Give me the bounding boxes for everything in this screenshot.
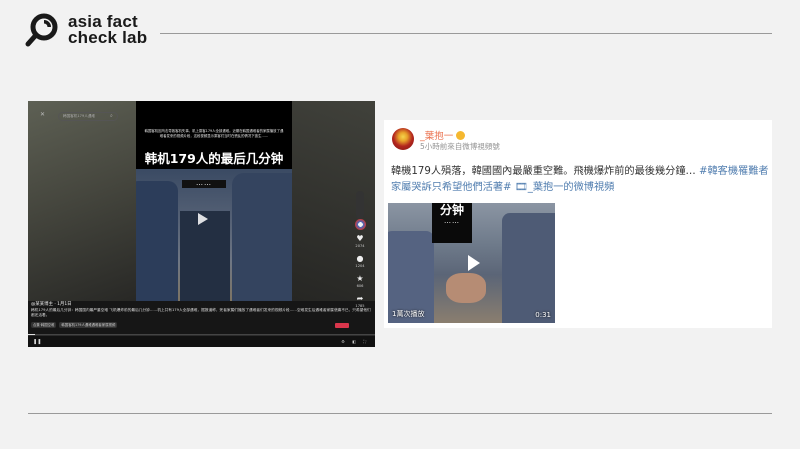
author-name[interactable]: @某某博主	[31, 302, 53, 307]
player-controls: ❚❚ ⚙ ◧ ⛶	[28, 335, 375, 347]
weibo-post-text: 韓機179人殞落，韓國國內最嚴重空難。飛機爆炸前的最後幾分鐘… #韓客機罹難者家…	[391, 164, 769, 196]
brand-name: asia fact check lab	[68, 13, 148, 47]
video-info: @某某博主 · 1月1日 韩机179人的最后几分钟：韩国国内最严重空难 飞机爆炸…	[31, 302, 371, 328]
topic-tag[interactable]: 韩国客机179人遇难遇难者家属视频	[59, 321, 118, 328]
video-dots: ……	[444, 217, 460, 225]
magnifier-logo-icon	[25, 13, 58, 47]
weibo-video-thumbnail[interactable]: 分钟 …… 1萬次播放 0:31	[388, 203, 555, 323]
header-divider	[160, 33, 772, 34]
view-count: 1萬次播放	[392, 310, 425, 318]
pause-icon[interactable]: ❚❚	[33, 339, 41, 345]
heart-icon: ♥	[356, 234, 364, 243]
video-title-overlay: 韩机179人的最后几分钟	[144, 151, 284, 166]
collection-tag[interactable]: 合集·韩国空难	[31, 321, 57, 328]
search-input[interactable]: 韩国客机179人遇难	[58, 112, 118, 121]
favorite-count: 606	[356, 284, 364, 288]
seat-left	[136, 181, 178, 301]
author-line[interactable]: @某某博主 · 1月1日	[31, 302, 371, 307]
play-icon[interactable]	[198, 213, 208, 225]
brand-logo: asia fact check lab	[24, 12, 147, 48]
video-overlay-text: 韩国客机因鸟击导致客机失事，机上乘客179人全部遇难。近期在韩国遇难者的家属播放…	[144, 129, 284, 138]
seat-right	[232, 173, 292, 301]
like-count: 2074	[355, 244, 365, 248]
author-date: · 1月1日	[54, 302, 72, 307]
video-title-fragment: 分钟 ……	[432, 203, 472, 243]
weibo-user-name[interactable]: _葉抱一	[420, 128, 466, 142]
video-duration: 0:31	[535, 311, 551, 319]
comment-action[interactable]: ● 1204	[350, 254, 370, 269]
play-icon[interactable]	[468, 255, 480, 271]
passenger-figure	[446, 273, 486, 303]
footer-divider	[28, 413, 772, 414]
brand-line2: check lab	[68, 28, 148, 47]
star-icon: ★	[356, 274, 364, 283]
player-settings-icons[interactable]: ⚙ ◧ ⛶	[341, 339, 369, 344]
like-action[interactable]: ♥ 2074	[350, 234, 370, 249]
comment-icon: ●	[356, 254, 364, 263]
follow-button[interactable]	[335, 323, 349, 328]
video-title-partial: 分钟	[439, 203, 464, 217]
video-frame[interactable]: 韩国客机因鸟击导致客机失事，机上乘客179人全部遇难。近期在韩国遇难者的家属播放…	[136, 101, 292, 301]
seat-right	[502, 213, 555, 323]
video-caption: 韩机179人的最后几分钟：韩国国内最严重空难 飞机爆炸前的最后几分钟……机上共有…	[31, 308, 371, 318]
video-dots: ……	[182, 180, 226, 188]
weibo-post-card: _葉抱一 5小時前來自微博視頻號 韓機179人殞落，韓國國內最嚴重空難。飛機爆炸…	[384, 120, 772, 328]
weibo-video-link[interactable]: 🎞_葉抱一的微博視頻	[512, 182, 615, 193]
weibo-post-meta: 5小時前來自微博視頻號	[420, 142, 500, 151]
verified-badge-icon	[456, 131, 466, 140]
close-icon[interactable]: ✕	[40, 111, 45, 118]
search-icon[interactable]: ⌕	[110, 113, 113, 119]
favorite-action[interactable]: ★ 606	[350, 274, 370, 289]
douyin-player-screenshot: ✕ 韩国客机179人遇难 ⌕ 韩国客机因鸟击导致客机失事，机上乘客179人全部遇…	[28, 101, 375, 347]
author-avatar[interactable]	[354, 219, 366, 230]
weibo-avatar[interactable]	[392, 128, 414, 150]
weibo-text-main: 韓機179人殞落，韓國國內最嚴重空難。飛機爆炸前的最後幾分鐘…	[391, 166, 699, 177]
blurred-background-left	[28, 101, 136, 301]
comment-count: 1204	[355, 264, 365, 268]
action-rail: ♥ 2074 ● 1204 ★ 606 ➦ 1785	[350, 219, 370, 314]
video-switch-handle[interactable]	[356, 191, 364, 219]
tag-row: 合集·韩国空难 韩国客机179人遇难遇难者家属视频	[31, 321, 371, 328]
